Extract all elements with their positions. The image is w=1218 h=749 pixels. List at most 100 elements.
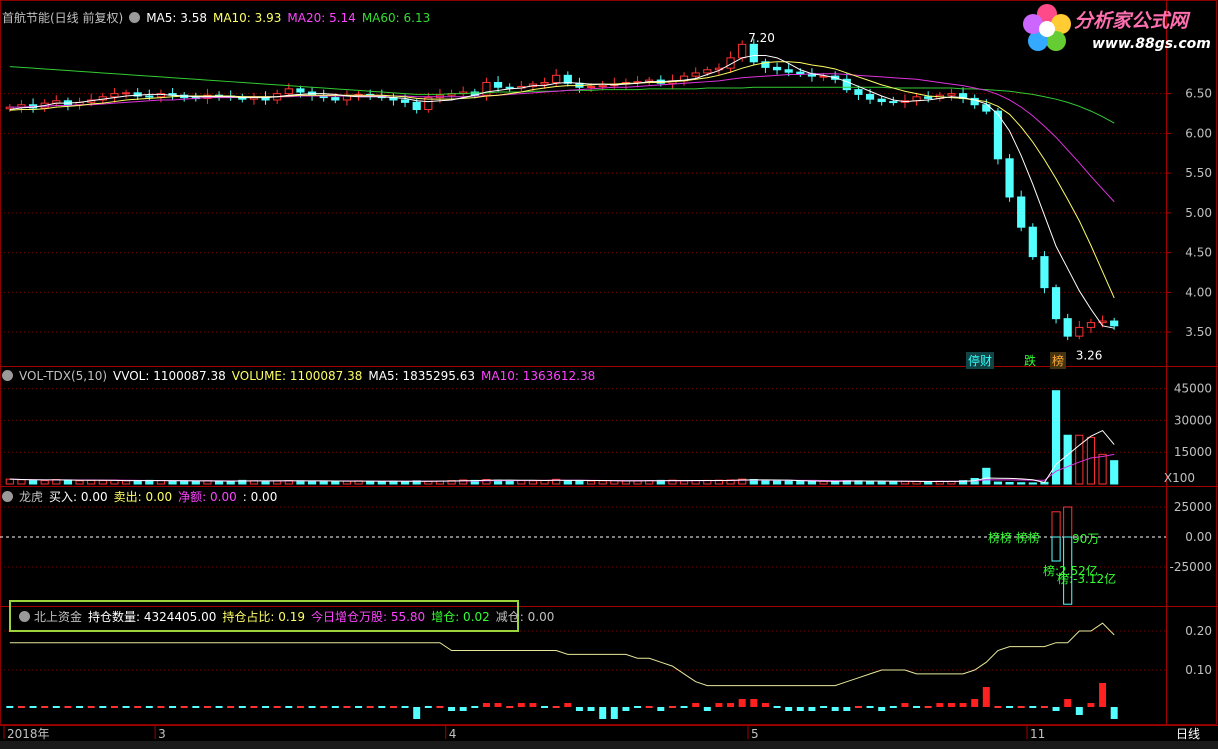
- north-flow-bar: [273, 706, 281, 708]
- north-flow-bar: [1087, 703, 1095, 707]
- north-flow-bar: [610, 707, 618, 719]
- x-tick-label: 5: [751, 727, 759, 741]
- x-tick-label: 4: [449, 727, 457, 741]
- north-flow-bar: [541, 706, 549, 708]
- settings-circle-icon[interactable]: [19, 611, 30, 622]
- north-flow-bar: [1075, 707, 1083, 715]
- volume-bar: [331, 480, 340, 485]
- longhu-tick-label: 0.00: [1185, 530, 1212, 544]
- longhu-tick-label: -25000: [1169, 560, 1212, 574]
- north-flow-bar: [436, 706, 444, 708]
- north-flow-bar: [238, 706, 246, 708]
- tag-tingcai[interactable]: 停财: [966, 352, 995, 369]
- north-flow-bar: [285, 706, 293, 708]
- volume-bar: [621, 480, 631, 485]
- north-flow-bar: [506, 706, 514, 708]
- today-add-label: 今日增仓万股: 55.80: [310, 610, 426, 624]
- candle-body: [145, 95, 154, 98]
- candle-body: [400, 99, 410, 103]
- settings-circle-icon[interactable]: [2, 370, 13, 381]
- volume-bar: [63, 479, 73, 485]
- vol-ma10-label: MA10: 1363612.38: [481, 369, 596, 383]
- north-flow-bar: [134, 706, 142, 708]
- volume-bar: [307, 480, 317, 485]
- volume-bar: [28, 479, 38, 485]
- north-flow-bar: [692, 703, 700, 707]
- high-price-label: 7.20: [748, 31, 775, 45]
- longhu-tick-label: 25000: [1174, 500, 1212, 514]
- candle-body: [924, 96, 933, 99]
- north-flow-bar: [343, 706, 351, 708]
- volume-bar: [889, 481, 898, 485]
- x-tick-label: 11: [1030, 727, 1045, 741]
- site-logo: 分析家公式网 www.88gs.com: [1018, 0, 1218, 58]
- volume-bar: [807, 480, 817, 485]
- tag-bang[interactable]: 榜: [1050, 352, 1067, 369]
- north-flow-bar: [727, 703, 735, 707]
- volume-bar: [1063, 434, 1072, 485]
- volume-bar: [377, 480, 386, 485]
- ma60-label: MA60: 6.13: [361, 11, 431, 25]
- reduce-label: 减仓: 0.00: [495, 610, 555, 624]
- bottom-tab-bar[interactable]: [0, 741, 1218, 749]
- volume-bar: [761, 479, 770, 485]
- north-flow-bar: [262, 706, 270, 708]
- north-flow-bar: [773, 706, 781, 708]
- volume-bar: [784, 480, 793, 485]
- vol-ma5-label: MA5: 1835295.63: [368, 369, 475, 383]
- x-tick-label: 3: [158, 727, 166, 741]
- north-flow-bar: [494, 703, 502, 707]
- candle-body: [854, 89, 863, 95]
- north-flow-bar: [110, 706, 118, 708]
- north-flow-bar: [1040, 706, 1048, 708]
- hold-ratio-label: 持仓占比: 0.19: [222, 610, 305, 624]
- candle-body: [1028, 226, 1037, 258]
- volume-bar: [563, 480, 572, 485]
- stock-title: 首航节能(日线 前复权): [2, 11, 124, 25]
- volume-bar: [400, 480, 410, 485]
- ma20-line: [9, 73, 1115, 203]
- longhu-sell-bar: [1051, 536, 1061, 562]
- volume-bar: [796, 480, 805, 485]
- longhu-buy-bar: [1063, 506, 1073, 538]
- volume-bar: [75, 480, 84, 485]
- north-flow-bar: [657, 707, 665, 711]
- longhu-title: 龙虎: [19, 490, 44, 504]
- north-flow-bar: [6, 706, 14, 708]
- hold-qty-label: 持仓数量: 4324405.00: [88, 610, 217, 624]
- north-flow-bar: [227, 706, 235, 708]
- north-flow-bar: [355, 706, 363, 708]
- north-flow-bar: [29, 706, 37, 708]
- volume-bar: [586, 480, 596, 485]
- main-legend: 首航节能(日线 前复权) MA5: 3.58 MA10: 3.93 MA20: 5.1…: [2, 9, 436, 26]
- north-flow-bar: [680, 706, 688, 708]
- north-flow-bar: [1006, 706, 1014, 708]
- settings-circle-icon[interactable]: [2, 491, 13, 502]
- ma5-label: MA5: 3.58: [146, 11, 207, 25]
- price-tick-label: 4.50: [1185, 246, 1212, 260]
- price-tick-label: 6.50: [1185, 87, 1212, 101]
- north-flow-bar: [76, 706, 84, 708]
- settings-circle-icon[interactable]: [129, 12, 141, 23]
- tag-die[interactable]: 跌: [1022, 352, 1038, 369]
- north-flow-bar: [192, 706, 200, 708]
- volume-bar: [1098, 453, 1107, 485]
- price-tick-label: 4.00: [1185, 285, 1212, 299]
- candle-body: [1075, 326, 1084, 337]
- volume-label: VOLUME: 1100087.38: [231, 369, 363, 383]
- north-flow-bar: [761, 703, 769, 707]
- north-tick-label: 0.10: [1185, 663, 1212, 677]
- logo-url: www.88gs.com: [1092, 36, 1211, 52]
- north-flow-bar: [831, 707, 839, 711]
- volume-bar: [1017, 482, 1026, 485]
- north-flow-bar: [703, 707, 711, 711]
- candle-body: [889, 101, 898, 104]
- volume-bar: [168, 480, 177, 485]
- vol-tick-label: 15000: [1174, 445, 1212, 459]
- logo-name: 分析家公式网: [1074, 10, 1189, 32]
- north-flow-bar: [785, 707, 793, 711]
- north-flow-bar: [959, 703, 967, 707]
- north-flow-bar: [750, 699, 758, 707]
- vol-tick-label: 45000: [1174, 382, 1212, 396]
- x-tick-label: 2018年: [7, 727, 50, 741]
